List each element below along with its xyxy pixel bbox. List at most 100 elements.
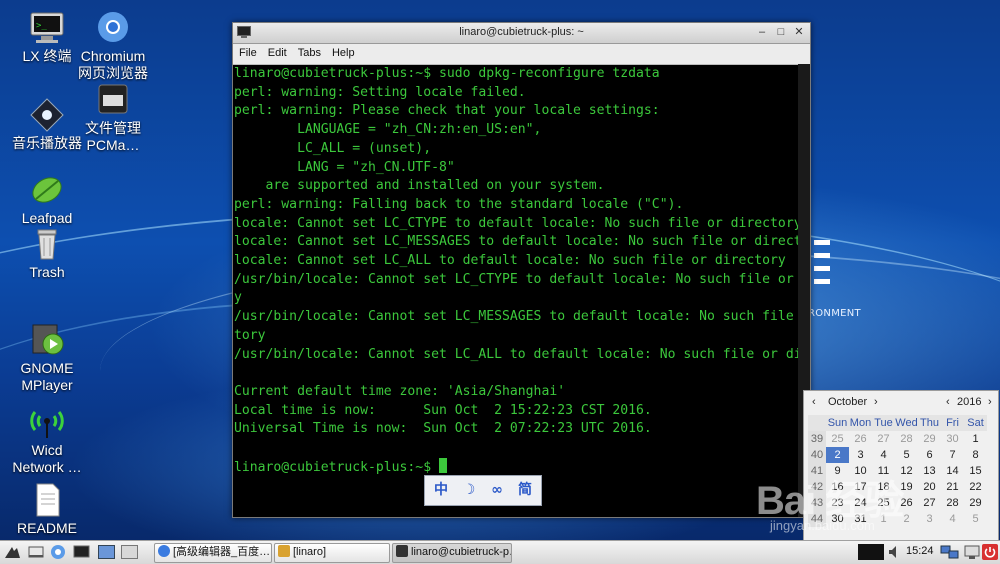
calendar-day[interactable]: 5 [895,447,918,463]
task-label: [高级编辑器_百度… [173,546,271,558]
window-title: linaro@cubietruck-plus: ~ [459,26,584,38]
wallpaper-brand-text: RONMENT [808,308,861,319]
terminal-line: are supported and installed on your syst… [234,178,605,194]
day-name: Mon [849,415,872,431]
calendar-day[interactable]: 5 [964,511,987,527]
desktop-icon-label: 文件管理 [85,120,141,136]
screen-lock-icon[interactable] [964,544,980,560]
calendar-day[interactable]: 4 [941,511,964,527]
calendar-day[interactable]: 21 [941,479,964,495]
calendar-day[interactable]: 28 [895,431,918,447]
show-desktop-icon[interactable] [28,544,45,560]
workspace-2-icon[interactable] [121,544,138,560]
network-icon[interactable] [940,544,960,560]
calendar-day[interactable]: 25 [826,431,849,447]
baidu-watermark: Bai 经验 jingyan.baidu.com [756,468,904,533]
terminal-line: perl: warning: Setting locale failed. [234,84,526,100]
menu-edit[interactable]: Edit [262,44,292,59]
terminal-window[interactable]: linaro@cubietruck-plus: ~ – □ ✕ File Edit… [232,22,811,518]
calendar-day[interactable]: 27 [918,495,941,511]
clock[interactable]: 15:24 [906,545,934,561]
ime-punctuation[interactable]: ∞ [487,480,507,500]
taskbar-task-file-manager[interactable]: [linaro] [274,543,390,563]
leafpad-icon [27,172,67,208]
calendar-day[interactable]: 4 [872,447,895,463]
desktop-icon-file-manager[interactable]: 文件管理 PCMa… [66,82,160,154]
terminal-titlebar[interactable]: linaro@cubietruck-plus: ~ – □ ✕ [233,23,810,44]
terminal-line: tory [234,327,266,343]
close-button[interactable]: ✕ [791,25,807,40]
calendar-day[interactable]: 3 [849,447,872,463]
calendar-day[interactable]: 30 [941,431,964,447]
terminal-icon [396,545,408,557]
calendar-day[interactable]: 14 [941,463,964,479]
chromium-icon [158,545,170,557]
terminal-line: /usr/bin/locale: Cannot set LC_MESSAGES … [234,309,794,325]
next-year-button[interactable]: › [988,396,992,408]
terminal-icon: >_ [27,10,67,46]
calendar-day[interactable]: 13 [918,463,941,479]
taskbar: [高级编辑器_百度… [linaro] linaro@cubietruck-p…… [0,540,1000,564]
terminal-line: /usr/bin/locale: Cannot set LC_CTYPE to … [234,271,794,287]
next-month-button[interactable]: › [874,396,878,408]
prev-month-button[interactable]: ‹ [812,396,816,408]
watermark-url: jingyan.baidu.com [770,518,875,533]
menu-tabs[interactable]: Tabs [292,44,326,59]
power-icon[interactable] [982,544,998,560]
chromium-icon [93,10,133,46]
calendar-day[interactable]: 15 [964,463,987,479]
terminal-line: Universal Time is now: Sun Oct 2 07:22:2… [234,421,652,437]
calendar-day[interactable]: 20 [918,479,941,495]
terminal-line: Current default time zone: 'Asia/Shangha… [234,383,566,399]
start-menu-icon[interactable] [4,544,21,560]
terminal-output[interactable]: linaro@cubietruck-plus:~$ sudo dpkg-reco… [233,64,798,517]
cpu-monitor-icon[interactable] [858,544,884,560]
calendar-day[interactable]: 2 [826,447,849,463]
terminal-line: LANG = "zh_CN.UTF-8" [234,159,455,175]
calendar-day[interactable]: 3 [918,511,941,527]
maximize-button[interactable]: □ [773,25,789,40]
chromium-icon[interactable] [50,544,67,560]
ime-chinese-mode[interactable]: 中 [431,480,451,500]
volume-icon[interactable] [888,544,900,560]
terminal-icon[interactable] [73,544,90,560]
ime-simplified[interactable]: 简 [515,480,535,500]
calendar-day[interactable]: 8 [964,447,987,463]
calendar-day[interactable]: 22 [964,479,987,495]
calendar-day[interactable]: 6 [918,447,941,463]
desktop-icon-wicd[interactable]: Wicd Network … [0,404,94,476]
desktop-icon-chromium[interactable]: Chromium 网页浏览器 [66,10,160,82]
week-number: 40 [808,447,826,463]
ime-half-width[interactable]: ☽ [459,480,479,500]
workspace-1-icon[interactable] [98,544,115,560]
desktop-icon-trash[interactable]: Trash [0,226,94,281]
desktop-icon-label: Wicd [31,442,63,458]
calendar-day[interactable]: 26 [849,431,872,447]
day-name: Sat [964,415,987,431]
calendar-day[interactable]: 7 [941,447,964,463]
minimize-button[interactable]: – [754,25,770,40]
week-number: 39 [808,431,826,447]
desktop-icon-label: MPlayer [21,377,73,393]
svg-text:>_: >_ [36,21,47,31]
wicd-icon [27,404,67,440]
terminal-line: /usr/bin/locale: Cannot set LC_ALL to de… [234,346,798,362]
calendar-day[interactable]: 29 [964,495,987,511]
desktop-icon-leafpad[interactable]: Leafpad [0,172,94,227]
desktop-icon-readme[interactable]: README [0,482,94,537]
menu-help[interactable]: Help [326,44,360,59]
input-method-bar[interactable]: 中 ☽ ∞ 简 [424,475,542,506]
taskbar-task-browser[interactable]: [高级编辑器_百度… [154,543,272,563]
calendar-day-names: Sun Mon Tue Wed Thu Fri Sat [808,415,987,431]
calendar-day[interactable]: 27 [872,431,895,447]
terminal-line: Local time is now: Sun Oct 2 15:22:23 CS… [234,402,652,418]
menu-file[interactable]: File [233,44,262,59]
calendar-day[interactable]: 28 [941,495,964,511]
desktop-icon-mplayer[interactable]: GNOME MPlayer [0,322,94,394]
calendar-day[interactable]: 29 [918,431,941,447]
terminal-prompt: linaro@cubietruck-plus:~$ [234,459,439,475]
prev-year-button[interactable]: ‹ [946,396,950,408]
taskbar-task-terminal[interactable]: linaro@cubietruck-p… [392,543,512,563]
calendar-day[interactable]: 1 [964,431,987,447]
